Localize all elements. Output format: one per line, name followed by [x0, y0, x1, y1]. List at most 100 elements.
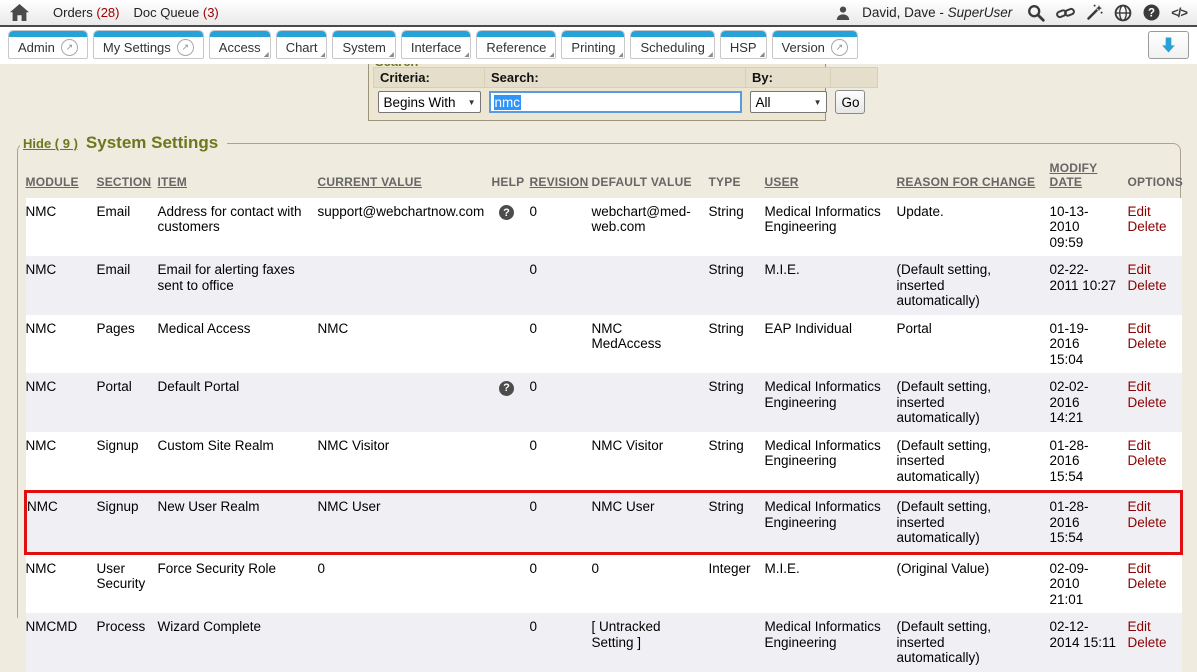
- tab-reference[interactable]: Reference: [476, 30, 556, 59]
- cell-user: M.I.E.: [765, 553, 897, 613]
- dropdown-corner-icon: [320, 52, 325, 57]
- delete-link[interactable]: Delete: [1128, 278, 1174, 294]
- search-panel: Search Criteria: Search: By: Begins With…: [368, 62, 826, 121]
- tab-hsp[interactable]: HSP: [720, 30, 767, 59]
- cell-revision: 0: [530, 613, 592, 672]
- table-row: NMCSignupNew User RealmNMC User0NMC User…: [26, 492, 1182, 554]
- cell-item: Force Security Role: [158, 553, 318, 613]
- cell-item: Medical Access: [158, 315, 318, 374]
- tab-bar: Admin ↗ My Settings ↗ Access Chart Syste…: [0, 27, 1197, 64]
- cell-module: NMC: [26, 373, 97, 432]
- tab-my-settings[interactable]: My Settings ↗: [93, 30, 204, 59]
- tab-system[interactable]: System: [332, 30, 395, 59]
- cell-default: NMC Visitor: [592, 432, 709, 492]
- cell-options: EditDelete: [1128, 492, 1182, 554]
- column-header-item[interactable]: ITEM: [158, 150, 318, 198]
- column-header-reason[interactable]: REASON FOR CHANGE: [897, 150, 1050, 198]
- cell-options: EditDelete: [1128, 198, 1182, 257]
- delete-link[interactable]: Delete: [1128, 576, 1174, 592]
- cell-modify: 02-12- 2014 15:11: [1050, 613, 1128, 672]
- cell-section: Email: [97, 198, 158, 257]
- by-select[interactable]: All ▼: [750, 91, 827, 113]
- search-input-selected-text: nmc: [494, 95, 522, 110]
- setting-help-icon[interactable]: ?: [499, 381, 514, 396]
- table-row: NMCPortalDefault Portal?0StringMedical I…: [26, 373, 1182, 432]
- orders-link[interactable]: Orders (28): [53, 5, 119, 20]
- column-header-help: HELP: [492, 150, 530, 198]
- delete-link[interactable]: Delete: [1128, 336, 1174, 352]
- column-header-module[interactable]: MODULE: [26, 150, 97, 198]
- external-link-icon: ↗: [61, 39, 78, 56]
- wand-icon[interactable]: [1086, 4, 1103, 21]
- edit-link[interactable]: Edit: [1128, 561, 1174, 577]
- tab-chart[interactable]: Chart: [276, 30, 328, 59]
- search-icon[interactable]: [1027, 4, 1045, 22]
- scroll-down-button[interactable]: [1148, 31, 1189, 59]
- delete-link[interactable]: Delete: [1128, 395, 1174, 411]
- cell-current: [318, 256, 492, 315]
- setting-help-icon[interactable]: ?: [499, 205, 514, 220]
- search-label: Search:: [485, 68, 746, 88]
- edit-link[interactable]: Edit: [1128, 262, 1174, 278]
- cell-reason: (Default setting, inserted automatically…: [897, 432, 1050, 492]
- help-icon[interactable]: ?: [1143, 4, 1160, 21]
- tab-label: Admin: [18, 40, 55, 55]
- cell-revision: 0: [530, 492, 592, 554]
- external-link-icon: ↗: [831, 39, 848, 56]
- tab-printing[interactable]: Printing: [561, 30, 625, 59]
- edit-link[interactable]: Edit: [1128, 204, 1174, 220]
- delete-link[interactable]: Delete: [1128, 453, 1174, 469]
- cell-section: Pages: [97, 315, 158, 374]
- edit-link[interactable]: Edit: [1128, 499, 1173, 515]
- table-row: NMCMDProcessWizard Complete0[ Untracked …: [26, 613, 1182, 672]
- tab-interface[interactable]: Interface: [401, 30, 472, 59]
- column-header-section[interactable]: SECTION: [97, 150, 158, 198]
- cell-options: EditDelete: [1128, 432, 1182, 492]
- link-icon[interactable]: [1056, 5, 1075, 21]
- tab-version[interactable]: Version ↗: [772, 30, 858, 59]
- go-button[interactable]: Go: [835, 90, 865, 114]
- column-header-current[interactable]: CURRENT VALUE: [318, 150, 492, 198]
- cell-default: NMC MedAccess: [592, 315, 709, 374]
- column-header-options: OPTIONS: [1128, 150, 1182, 198]
- edit-link[interactable]: Edit: [1128, 321, 1174, 337]
- home-icon[interactable]: [10, 4, 29, 21]
- column-header-modify[interactable]: MODIFY DATE: [1050, 150, 1128, 198]
- topbar-right: David, Dave - SuperUser ? </>: [835, 4, 1187, 22]
- hide-link[interactable]: Hide ( 9 ): [23, 136, 78, 151]
- tab-label: System: [342, 40, 385, 55]
- cell-module: NMC: [26, 256, 97, 315]
- criteria-selected-value: Begins With: [384, 95, 456, 110]
- tab-admin[interactable]: Admin ↗: [8, 30, 88, 59]
- doc-queue-link[interactable]: Doc Queue (3): [133, 5, 218, 20]
- globe-icon[interactable]: [1114, 4, 1132, 22]
- delete-link[interactable]: Delete: [1128, 219, 1174, 235]
- delete-link[interactable]: Delete: [1128, 635, 1174, 651]
- cell-reason: (Original Value): [897, 553, 1050, 613]
- cell-user: Medical Informatics Engineering: [765, 613, 897, 672]
- by-label: By:: [746, 68, 831, 88]
- criteria-select[interactable]: Begins With ▼: [378, 91, 481, 113]
- delete-link[interactable]: Delete: [1128, 515, 1173, 531]
- cell-section: User Security: [97, 553, 158, 613]
- user-role: SuperUser: [948, 5, 1013, 20]
- cell-revision: 0: [530, 315, 592, 374]
- tab-access[interactable]: Access: [209, 30, 271, 59]
- column-header-user[interactable]: USER: [765, 150, 897, 198]
- code-icon[interactable]: </>: [1171, 5, 1187, 20]
- cell-modify: 02-09- 2010 21:01: [1050, 553, 1128, 613]
- edit-link[interactable]: Edit: [1128, 379, 1174, 395]
- tab-label: Printing: [571, 40, 615, 55]
- tab-scheduling[interactable]: Scheduling: [630, 30, 714, 59]
- edit-link[interactable]: Edit: [1128, 619, 1174, 635]
- cell-section: Signup: [97, 432, 158, 492]
- cell-current: NMC Visitor: [318, 432, 492, 492]
- edit-link[interactable]: Edit: [1128, 438, 1174, 454]
- cell-modify: 02-02- 2016 14:21: [1050, 373, 1128, 432]
- cell-options: EditDelete: [1128, 613, 1182, 672]
- doc-queue-label: Doc Queue: [133, 5, 199, 20]
- search-input[interactable]: nmc: [489, 91, 742, 113]
- column-header-revision[interactable]: REVISION: [530, 150, 592, 198]
- column-header-type: TYPE: [709, 150, 765, 198]
- cell-current: NMC: [318, 315, 492, 374]
